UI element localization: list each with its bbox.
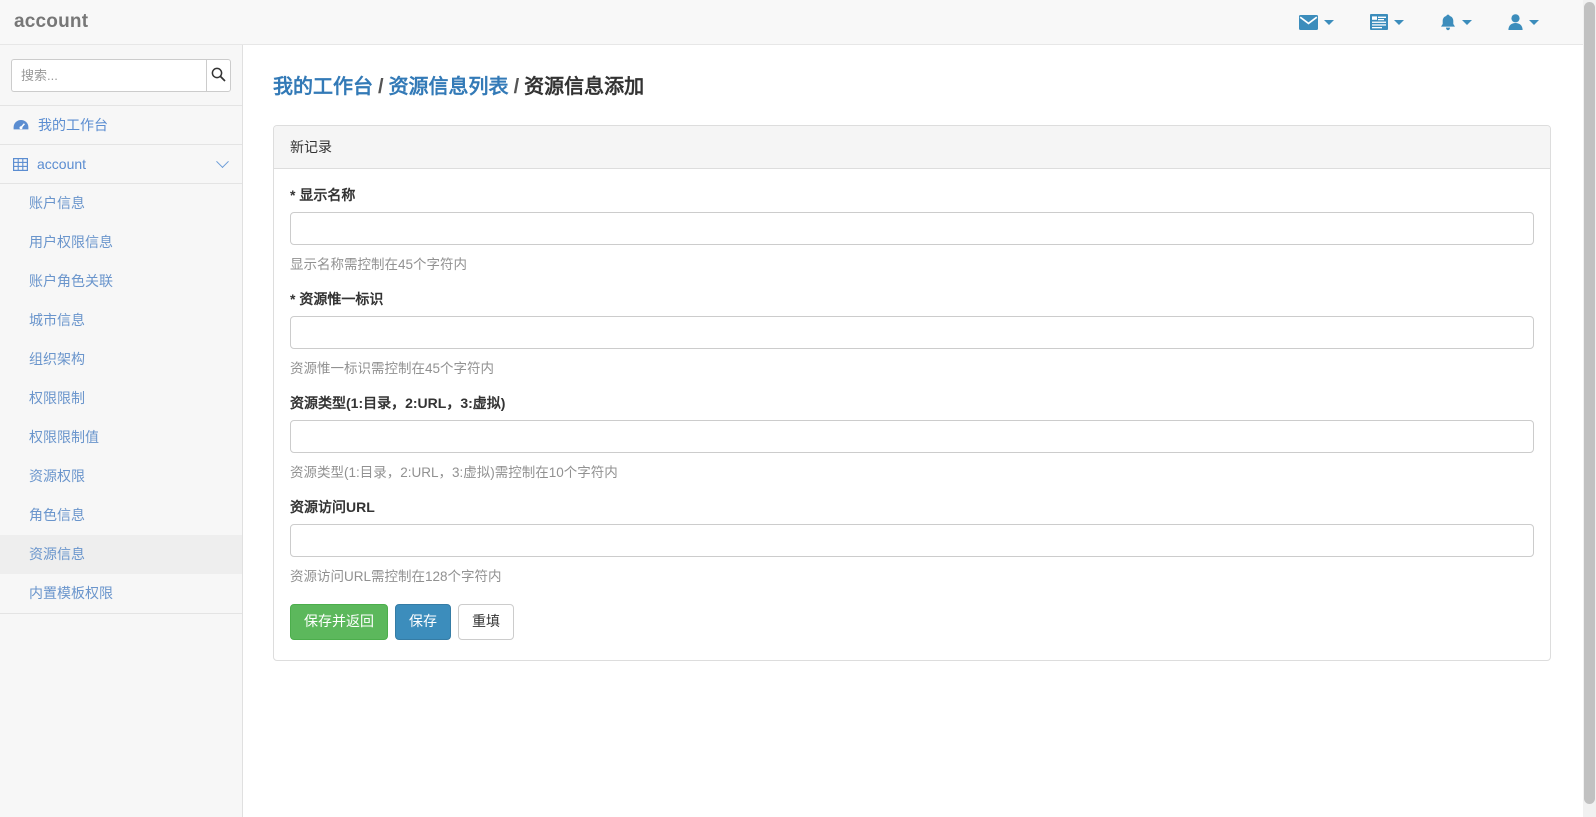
field-help-text: 显示名称需控制在45个字符内 bbox=[290, 257, 468, 272]
search-icon bbox=[211, 67, 226, 85]
field-help-text: 资源惟一标识需控制在45个字符内 bbox=[290, 361, 495, 376]
user-menu[interactable] bbox=[1490, 0, 1557, 44]
user-icon bbox=[1508, 14, 1523, 30]
field-resource-key: * 资源惟一标识 资源惟一标识需控制在45个字符内 bbox=[290, 289, 1534, 377]
page-scrollbar-thumb[interactable] bbox=[1584, 2, 1595, 804]
field-help-text: 资源访问URL需控制在128个字符内 bbox=[290, 569, 502, 584]
sidebar-item-org-structure[interactable]: 组织架构 bbox=[0, 340, 242, 379]
breadcrumb-link-resource-list[interactable]: 资源信息列表 bbox=[389, 76, 509, 98]
sidebar: 我的工作台 account 账户信息 用户权限信息 bbox=[0, 45, 243, 817]
panel-body: * 显示名称 显示名称需控制在45个字符内 * 资源惟一标识 资源惟一标识需控制… bbox=[274, 169, 1550, 660]
sidebar-item-user-permission-info[interactable]: 用户权限信息 bbox=[0, 223, 242, 262]
chevron-down-icon bbox=[1394, 19, 1404, 25]
field-display-name: * 显示名称 显示名称需控制在45个字符内 bbox=[290, 185, 1534, 273]
chevron-down-icon bbox=[1462, 19, 1472, 25]
sidebar-item-role-info[interactable]: 角色信息 bbox=[0, 496, 242, 535]
breadcrumb-current: 资源信息添加 bbox=[524, 76, 645, 98]
messages-menu[interactable] bbox=[1281, 0, 1352, 44]
sidebar-item-account-role-relation[interactable]: 账户角色关联 bbox=[0, 262, 242, 301]
field-label-text: 资源惟一标识 bbox=[299, 291, 384, 307]
tasks-icon bbox=[1370, 14, 1388, 30]
bell-icon bbox=[1440, 14, 1456, 31]
dashboard-icon bbox=[13, 119, 29, 132]
sidebar-item-permission-limit[interactable]: 权限限制 bbox=[0, 379, 242, 418]
field-help-text: 资源类型(1:目录，2:URL，3:虚拟)需控制在10个字符内 bbox=[290, 465, 618, 480]
top-navbar: account bbox=[0, 0, 1583, 45]
notifications-menu[interactable] bbox=[1422, 0, 1490, 44]
field-label: * 显示名称 bbox=[290, 185, 1534, 205]
sidebar-item-permission-limit-value[interactable]: 权限限制值 bbox=[0, 418, 242, 457]
field-label: 资源访问URL bbox=[290, 497, 1534, 517]
reset-button[interactable]: 重填 bbox=[458, 604, 514, 640]
panel-heading: 新记录 bbox=[274, 126, 1550, 169]
main-content: 我的工作台 / 资源信息列表 / 资源信息添加 新记录 * 显示名称 显示名称需控制在4… bbox=[244, 45, 1583, 817]
navbar-right-group bbox=[1281, 0, 1583, 44]
resource-type-input[interactable] bbox=[290, 420, 1534, 453]
sidebar-search-form bbox=[0, 45, 242, 105]
sidebar-item-city-info[interactable]: 城市信息 bbox=[0, 301, 242, 340]
sidebar-menu: 我的工作台 account 账户信息 用户权限信息 账户角色关联 城市信息 组织… bbox=[0, 105, 242, 614]
chevron-down-icon bbox=[1324, 19, 1334, 25]
envelope-icon bbox=[1299, 14, 1318, 30]
required-marker: * bbox=[290, 291, 296, 307]
breadcrumb-separator: / bbox=[513, 76, 520, 98]
breadcrumb: 我的工作台 / 资源信息列表 / 资源信息添加 bbox=[244, 45, 1583, 99]
page-scrollbar[interactable] bbox=[1583, 0, 1596, 817]
sidebar-item-dashboard[interactable]: 我的工作台 bbox=[0, 106, 242, 145]
breadcrumb-link-workbench[interactable]: 我的工作台 bbox=[273, 76, 373, 98]
sidebar-item-resource-permission[interactable]: 资源权限 bbox=[0, 457, 242, 496]
sidebar-tree-label-group: account bbox=[13, 156, 86, 172]
sidebar-item-builtin-template-permission[interactable]: 内置模板权限 bbox=[0, 574, 242, 613]
sidebar-item-account-info[interactable]: 账户信息 bbox=[0, 184, 242, 223]
table-icon bbox=[13, 157, 28, 171]
field-label: * 资源惟一标识 bbox=[290, 289, 1534, 309]
field-label-text: 资源类型(1:目录，2:URL，3:虚拟) bbox=[290, 395, 506, 411]
brand-title[interactable]: account bbox=[0, 0, 88, 44]
chevron-down-icon bbox=[216, 154, 229, 168]
field-label-text: 显示名称 bbox=[299, 187, 356, 203]
save-and-return-button[interactable]: 保存并返回 bbox=[290, 604, 388, 640]
search-button[interactable] bbox=[206, 59, 231, 92]
search-input[interactable] bbox=[11, 59, 206, 92]
form-actions: 保存并返回 保存 重填 bbox=[290, 604, 1534, 640]
chevron-down-icon bbox=[1529, 19, 1539, 25]
sidebar-item-account-tree[interactable]: account bbox=[0, 145, 242, 184]
field-label-text: 资源访问URL bbox=[290, 499, 375, 515]
sidebar-submenu: 账户信息 用户权限信息 账户角色关联 城市信息 组织架构 权限限制 权限限制值 … bbox=[0, 184, 242, 614]
tasks-menu[interactable] bbox=[1352, 0, 1422, 44]
save-button[interactable]: 保存 bbox=[395, 604, 451, 640]
required-marker: * bbox=[290, 187, 296, 203]
resource-key-input[interactable] bbox=[290, 316, 1534, 349]
sidebar-item-resource-info[interactable]: 资源信息 bbox=[0, 535, 242, 574]
field-resource-type: 资源类型(1:目录，2:URL，3:虚拟) 资源类型(1:目录，2:URL，3:… bbox=[290, 393, 1534, 481]
field-label: 资源类型(1:目录，2:URL，3:虚拟) bbox=[290, 393, 1534, 413]
field-resource-url: 资源访问URL 资源访问URL需控制在128个字符内 bbox=[290, 497, 1534, 585]
sidebar-item-label: 我的工作台 bbox=[38, 117, 108, 133]
form-panel: 新记录 * 显示名称 显示名称需控制在45个字符内 * 资源惟一标识 资源惟一标… bbox=[273, 125, 1551, 661]
display-name-input[interactable] bbox=[290, 212, 1534, 245]
resource-url-input[interactable] bbox=[290, 524, 1534, 557]
sidebar-tree-label: account bbox=[37, 156, 87, 172]
breadcrumb-separator: / bbox=[378, 76, 384, 98]
